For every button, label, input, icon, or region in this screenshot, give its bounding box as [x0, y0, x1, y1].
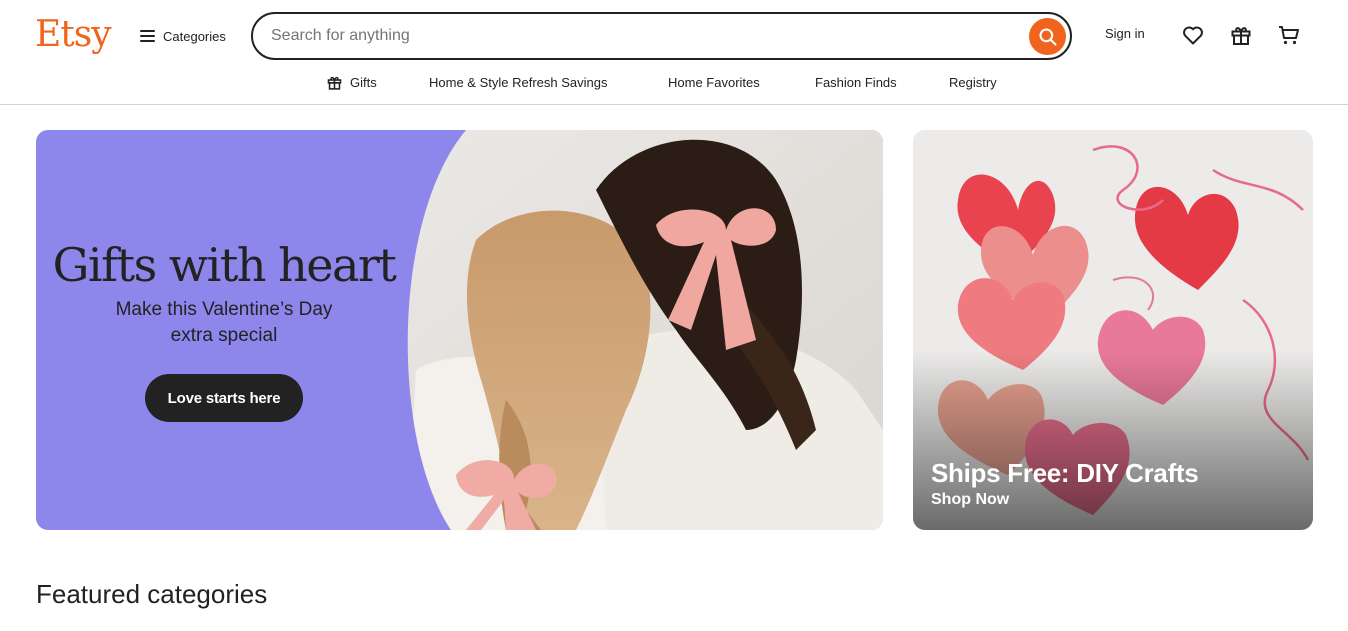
search-button[interactable] [1029, 18, 1066, 55]
search-icon [1038, 27, 1057, 46]
cart-button[interactable] [1276, 22, 1302, 48]
hero-title: Gifts with heart [52, 238, 397, 292]
promo-card[interactable]: Ships Free: DIY Crafts Shop Now [913, 130, 1313, 530]
promo-title: Ships Free: DIY Crafts [931, 458, 1199, 488]
search-input[interactable] [271, 14, 1011, 58]
search-bar [251, 12, 1072, 60]
hero-cta-button[interactable]: Love starts here [145, 374, 303, 422]
menu-icon [140, 30, 155, 42]
subnav-item-gifts[interactable]: Gifts [326, 68, 377, 96]
hero-subtitle: Make this Valentine’s Day extra special [115, 299, 333, 346]
categories-label: Categories [163, 28, 226, 44]
subnav-item-fashion-finds[interactable]: Fashion Finds [815, 68, 897, 96]
subnav-item-home-style-refresh[interactable]: Home & Style Refresh Savings [429, 68, 607, 96]
categories-button[interactable]: Categories [136, 20, 230, 52]
gift-icon [1231, 27, 1251, 45]
site-header: Etsy Categories Sign in [0, 0, 1348, 105]
promo-shop-now-link[interactable]: Shop Now [931, 491, 1009, 509]
subnav-item-label: Gifts [350, 74, 377, 90]
hero-banner[interactable]: Gifts with heart Make this Valentine’s D… [36, 130, 883, 530]
subnav-item-registry[interactable]: Registry [949, 68, 997, 96]
favorites-button[interactable] [1180, 22, 1206, 48]
sign-in-link[interactable]: Sign in [1098, 24, 1152, 43]
category-subnav: Gifts Home & Style Refresh Savings Home … [0, 68, 1348, 96]
subnav-item-home-favorites[interactable]: Home Favorites [668, 68, 760, 96]
featured-categories-heading: Featured categories [36, 579, 268, 609]
gift-icon [327, 76, 342, 90]
gift-mode-button[interactable] [1228, 22, 1254, 48]
heart-icon [1183, 26, 1203, 45]
cart-icon [1279, 26, 1299, 45]
etsy-logo[interactable]: Etsy [35, 13, 112, 57]
